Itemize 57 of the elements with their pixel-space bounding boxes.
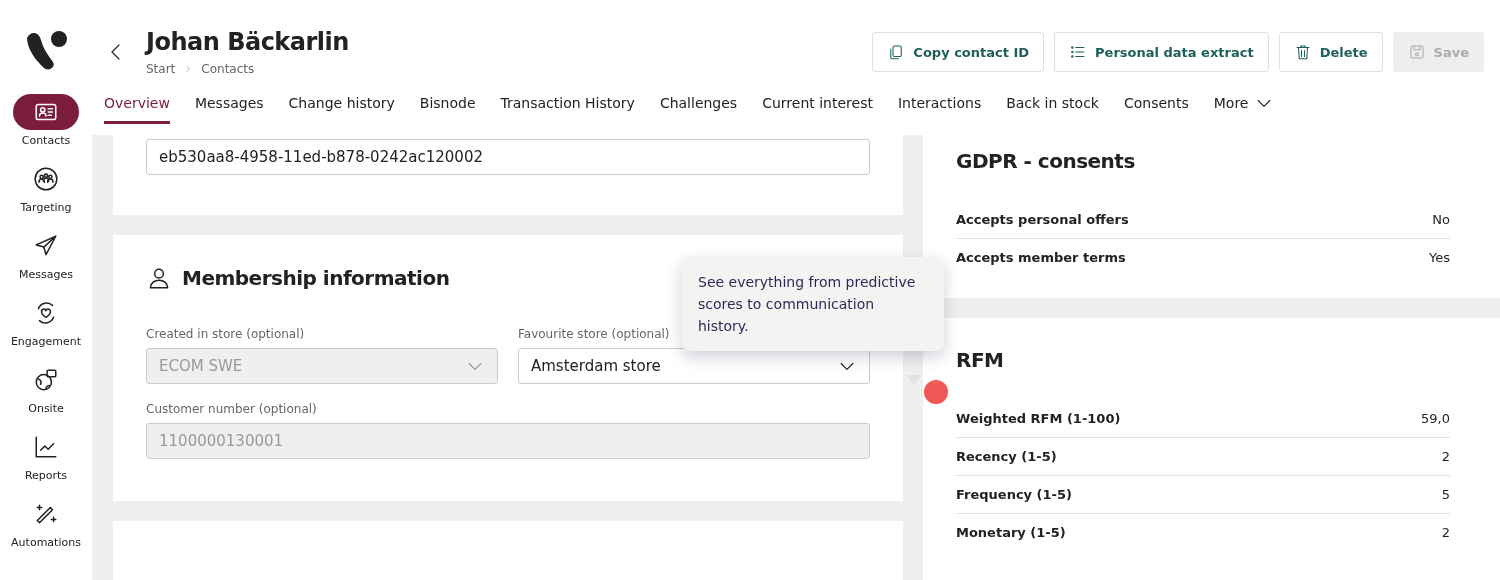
- row-label: Monetary (1-5): [956, 525, 1066, 540]
- nav-item[interactable]: Reports: [13, 429, 79, 482]
- tab[interactable]: Transaction History: [500, 92, 635, 124]
- tab[interactable]: Bisnode: [419, 92, 476, 124]
- nav-label: Onsite: [28, 402, 64, 415]
- nav-label: Automations: [11, 536, 81, 549]
- row-label: Accepts personal offers: [956, 212, 1129, 227]
- save-icon: [1407, 43, 1426, 61]
- trash-icon: [1293, 43, 1312, 61]
- field-label: Created in store (optional): [146, 327, 306, 341]
- nav-label: Contacts: [21, 134, 71, 147]
- tab[interactable]: Interactions: [897, 92, 982, 124]
- row-label: Recency (1-5): [956, 449, 1057, 464]
- tooltip-pointer: [906, 375, 922, 385]
- breadcrumb-link[interactable]: Start: [146, 62, 176, 76]
- tab[interactable]: Change history: [288, 92, 395, 124]
- breadcrumb-link[interactable]: Contacts: [201, 62, 255, 76]
- row-label: Weighted RFM (1-100): [956, 411, 1121, 426]
- list-icon: [1069, 43, 1088, 61]
- section-title: Membership information: [182, 266, 450, 290]
- action-button[interactable]: Copy contact ID: [872, 32, 1045, 72]
- tab[interactable]: Current interest: [762, 92, 873, 124]
- row-value: 2: [1441, 525, 1450, 540]
- line-chart-icon: [33, 434, 59, 460]
- tab[interactable]: Challenges: [659, 92, 738, 124]
- nav-label: Messages: [19, 268, 73, 281]
- nav-label: Targeting: [20, 201, 72, 214]
- more-menu-tab[interactable]: More: [1213, 92, 1275, 124]
- row-label: Frequency (1-5): [956, 487, 1072, 502]
- page-title: Johan Bäckarlin: [146, 28, 349, 56]
- tab[interactable]: Overview: [104, 92, 170, 124]
- row-label: Accepts member terms: [956, 250, 1126, 265]
- nav-item[interactable]: Messages: [13, 228, 79, 281]
- nav-label: Engagement: [10, 335, 82, 348]
- select-field[interactable]: Amsterdam store: [518, 348, 870, 384]
- nav-label: Reports: [24, 469, 68, 482]
- nav-item[interactable]: Onsite: [13, 362, 79, 415]
- action-button[interactable]: Personal data extract: [1054, 32, 1269, 72]
- tab[interactable]: Back in stock: [1006, 92, 1099, 124]
- row-value: 2: [1441, 449, 1450, 464]
- section-title: GDPR - consents: [956, 149, 1136, 173]
- tooltip: See everything from predictive scores to communication history.: [682, 257, 944, 351]
- tab[interactable]: Messages: [194, 92, 264, 124]
- field-label: Customer number (optional): [146, 402, 318, 416]
- action-button[interactable]: Delete: [1278, 32, 1383, 72]
- id-field[interactable]: eb530aa8-4958-11ed-b878-0242ac120002: [146, 139, 870, 175]
- nav-item[interactable]: Targeting: [13, 161, 79, 214]
- row-value: Yes: [1429, 250, 1450, 265]
- row-value: 5: [1441, 487, 1450, 502]
- row-value: 59,0: [1421, 411, 1450, 426]
- nav-item[interactable]: Automations: [11, 496, 81, 549]
- group-icon: [33, 166, 59, 192]
- tab[interactable]: Consents: [1124, 92, 1189, 124]
- globe-chat-icon: [33, 367, 59, 393]
- row-value: No: [1432, 212, 1450, 227]
- section-title: RFM: [956, 348, 1005, 372]
- nav-item[interactable]: Engagement: [10, 295, 82, 348]
